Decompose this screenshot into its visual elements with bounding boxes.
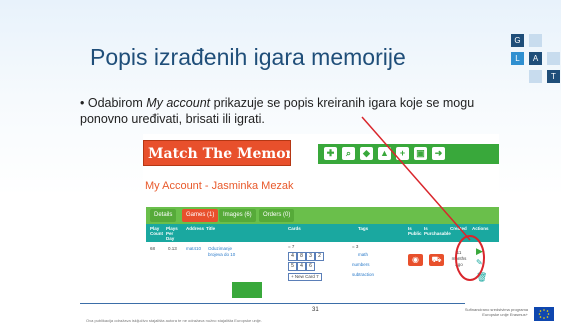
eu-funding-text: Sufinancirano sredstvima programa Europs…: [464, 307, 528, 317]
disclaimer: Ova publikacija odražava isključivo staj…: [86, 318, 262, 323]
annotation-circle: [455, 235, 485, 281]
eu-stars-icon: [538, 309, 550, 319]
page-number: 31: [312, 307, 319, 313]
eu-flag-icon: [534, 307, 554, 321]
annotation-overlay: [361, 116, 485, 281]
annotation-arrow: [361, 116, 471, 241]
footer-rule: [80, 303, 465, 304]
